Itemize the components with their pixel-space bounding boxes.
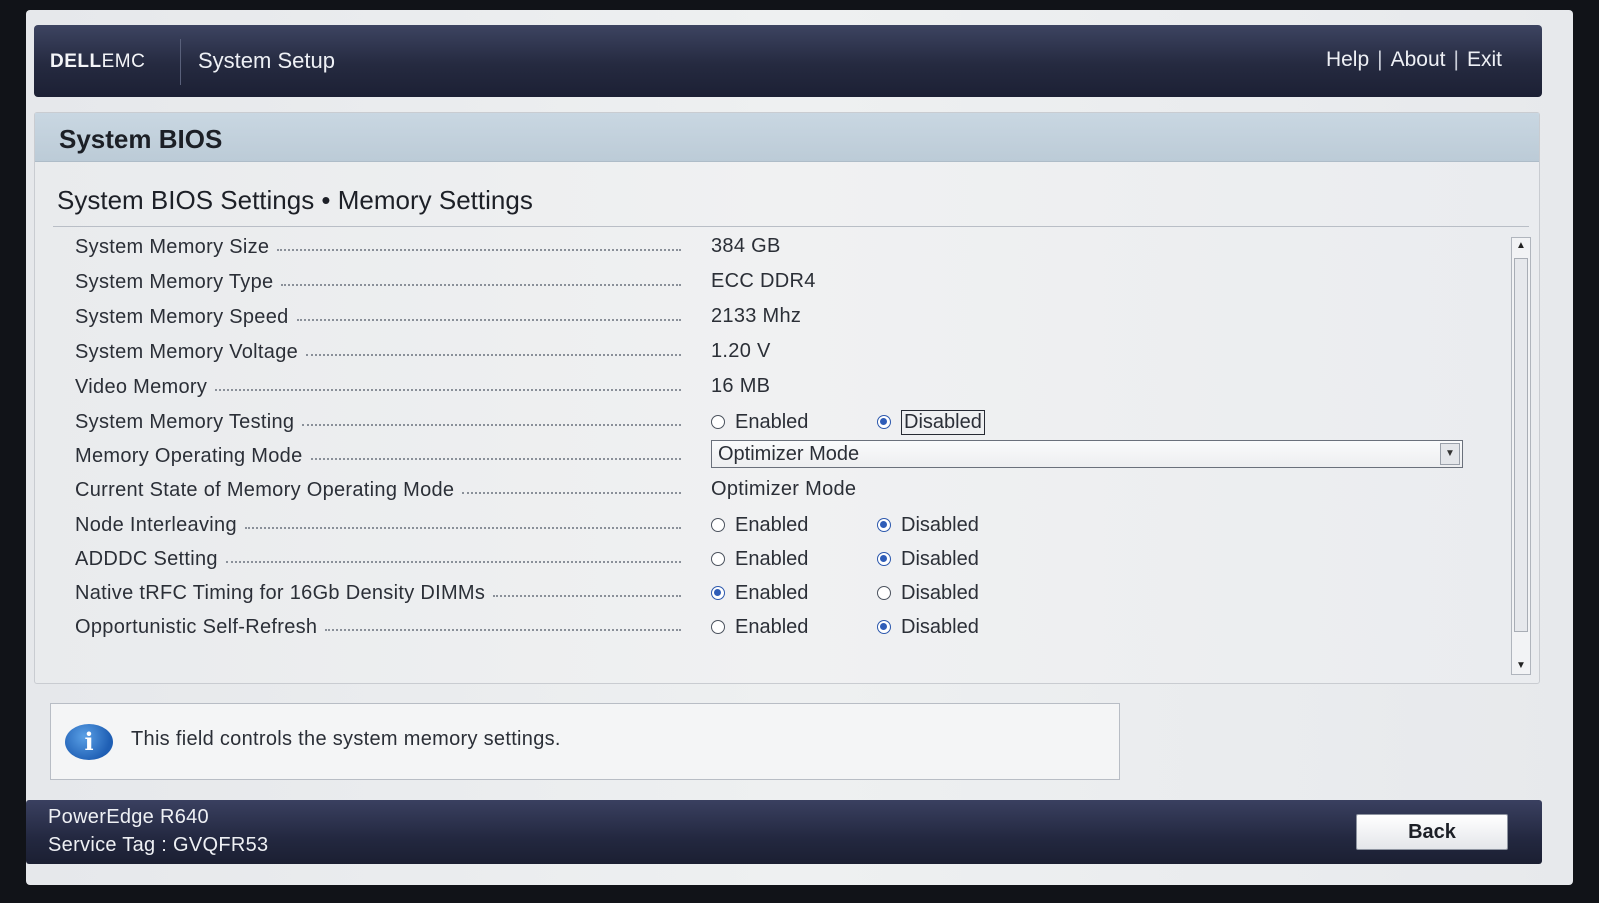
scrollbar-thumb[interactable]	[1514, 258, 1528, 632]
about-link[interactable]: About	[1391, 48, 1446, 71]
setting-label: Current State of Memory Operating Mode	[75, 476, 681, 504]
back-button[interactable]: Back	[1356, 814, 1508, 850]
memory-testing-disabled-radio[interactable]: Disabled	[877, 408, 985, 436]
setting-value: ECC DDR4	[711, 270, 816, 292]
help-text: This field controls the system memory se…	[131, 728, 561, 750]
radio-unselected-icon	[711, 620, 725, 634]
setting-label: System Memory Type	[75, 268, 681, 296]
setting-label: Node Interleaving	[75, 511, 681, 539]
link-separator: |	[1453, 48, 1459, 71]
radio-unselected-icon	[711, 415, 725, 429]
breadcrumb: System BIOS Settings • Memory Settings	[57, 185, 533, 215]
adddc-disabled-radio[interactable]: Disabled	[877, 545, 979, 573]
setting-label: Opportunistic Self-Refresh	[75, 613, 681, 641]
scroll-up-icon[interactable]: ▲	[1512, 238, 1530, 254]
setting-label: System Memory Testing	[75, 408, 681, 436]
radio-unselected-icon	[711, 552, 725, 566]
dropdown-arrow-icon[interactable]: ▼	[1440, 443, 1460, 465]
setting-row-adddc: ADDDC Setting Enabled Disabled	[75, 545, 1495, 575]
setting-label: Video Memory	[75, 373, 681, 401]
setting-row-memory-size: System Memory Size 384 GB	[75, 233, 1495, 263]
radio-unselected-icon	[711, 518, 725, 532]
setting-label: Memory Operating Mode	[75, 442, 681, 470]
vertical-scrollbar[interactable]: ▲ ▼	[1511, 237, 1531, 675]
exit-link[interactable]: Exit	[1467, 48, 1502, 71]
setting-row-memory-voltage: System Memory Voltage 1.20 V	[75, 338, 1495, 368]
header-bar: DELLEMC System Setup Help | About | Exit	[34, 25, 1542, 97]
scroll-down-icon[interactable]: ▼	[1512, 658, 1530, 674]
setting-value: 1.20 V	[711, 340, 771, 362]
node-interleaving-enabled-radio[interactable]: Enabled	[711, 511, 808, 539]
setting-row-operating-mode: Memory Operating Mode Optimizer Mode ▼	[75, 440, 1495, 472]
help-info-box: i This field controls the system memory …	[50, 703, 1120, 780]
radio-selected-icon	[877, 415, 891, 429]
top-links: Help | About | Exit	[1326, 48, 1502, 72]
radio-selected-icon	[877, 620, 891, 634]
setting-row-video-memory: Video Memory 16 MB	[75, 373, 1495, 403]
link-separator: |	[1377, 48, 1383, 71]
dell-emc-logo: DELLEMC	[50, 51, 146, 72]
setting-row-native-trfc: Native tRFC Timing for 16Gb Density DIMM…	[75, 579, 1495, 609]
radio-unselected-icon	[877, 586, 891, 600]
adddc-enabled-radio[interactable]: Enabled	[711, 545, 808, 573]
radio-selected-icon	[877, 552, 891, 566]
bios-screen: DELLEMC System Setup Help | About | Exit Sys…	[26, 10, 1573, 885]
panel-title: System BIOS	[35, 113, 1539, 162]
service-tag: Service Tag : GVQFR53	[48, 834, 269, 856]
help-link[interactable]: Help	[1326, 48, 1369, 71]
native-trfc-disabled-radio[interactable]: Disabled	[877, 579, 979, 607]
radio-selected-icon	[711, 586, 725, 600]
setting-label: System Memory Speed	[75, 303, 681, 331]
settings-panel: System BIOS System BIOS Settings • Memor…	[34, 112, 1540, 684]
setting-row-self-refresh: Opportunistic Self-Refresh Enabled Disab…	[75, 613, 1495, 643]
setting-row-memory-testing: System Memory Testing Enabled Disabled	[75, 408, 1495, 438]
divider	[53, 226, 1529, 227]
setting-label: Native tRFC Timing for 16Gb Density DIMM…	[75, 579, 681, 607]
radio-selected-icon	[877, 518, 891, 532]
self-refresh-disabled-radio[interactable]: Disabled	[877, 613, 979, 641]
setting-label: System Memory Size	[75, 233, 681, 261]
self-refresh-enabled-radio[interactable]: Enabled	[711, 613, 808, 641]
setting-label: ADDDC Setting	[75, 545, 681, 573]
setting-value: Optimizer Mode	[711, 478, 857, 500]
setting-label: System Memory Voltage	[75, 338, 681, 366]
system-model: PowerEdge R640	[48, 806, 209, 828]
setting-row-node-interleaving: Node Interleaving Enabled Disabled	[75, 511, 1495, 541]
setting-row-current-state: Current State of Memory Operating Mode O…	[75, 476, 1495, 506]
info-icon: i	[65, 724, 113, 760]
operating-mode-select[interactable]: Optimizer Mode ▼	[711, 440, 1463, 468]
native-trfc-enabled-radio[interactable]: Enabled	[711, 579, 808, 607]
node-interleaving-disabled-radio[interactable]: Disabled	[877, 511, 979, 539]
logo-divider	[180, 39, 181, 85]
setting-value: 2133 Mhz	[711, 305, 802, 327]
app-title: System Setup	[198, 48, 335, 73]
setting-row-memory-type: System Memory Type ECC DDR4	[75, 268, 1495, 298]
footer-bar: PowerEdge R640 Service Tag : GVQFR53 Bac…	[26, 800, 1542, 864]
memory-testing-enabled-radio[interactable]: Enabled	[711, 408, 808, 436]
setting-value: 384 GB	[711, 235, 781, 257]
setting-row-memory-speed: System Memory Speed 2133 Mhz	[75, 303, 1495, 333]
setting-value: 16 MB	[711, 375, 771, 397]
